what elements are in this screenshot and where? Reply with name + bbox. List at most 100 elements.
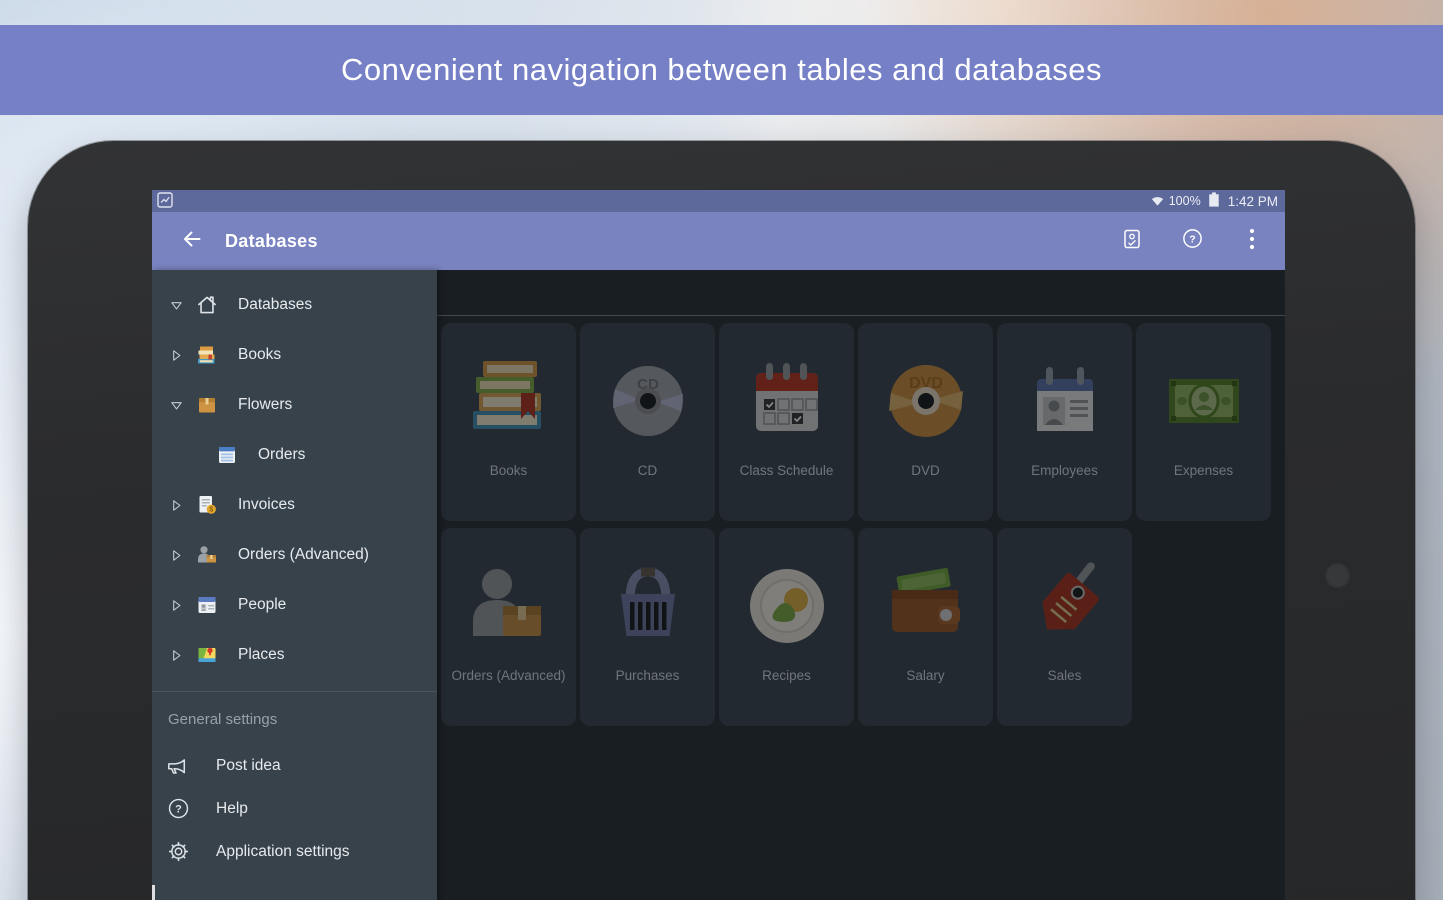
gear-icon [164, 838, 192, 866]
tree-item-orders-advanced[interactable]: Orders (Advanced) [152, 530, 437, 580]
tree-item-books[interactable]: Books [152, 330, 437, 380]
table-tile-recipes[interactable]: Recipes [719, 528, 854, 726]
drawer-scrollbar[interactable] [152, 885, 155, 900]
basket-tile-icon [600, 558, 696, 654]
tile-label: Books [489, 463, 528, 478]
books-icon [194, 342, 220, 368]
tile-label: Purchases [615, 668, 680, 683]
svg-text:?: ? [175, 803, 182, 815]
person-box-icon [194, 542, 220, 568]
svg-text:?: ? [1189, 233, 1195, 245]
drawer-divider [152, 691, 437, 692]
table-tile-grid: Books CD CD Class Schedule DVD DVD Employees Ex… [437, 316, 1285, 726]
tile-label: Class Schedule [739, 463, 834, 478]
tile-label: Expenses [1173, 463, 1234, 478]
general-settings-header: General settings [168, 711, 278, 728]
calendar-tile-icon [739, 353, 835, 449]
tile-label: Salary [906, 668, 945, 683]
screenshot-stage: Convenient navigation between tables and… [0, 0, 1443, 900]
collapsed-arrow-icon[interactable] [164, 648, 188, 663]
table-tile-books[interactable]: Books [441, 323, 576, 521]
settings-item-label: Help [216, 799, 248, 817]
dvd-tile-icon: DVD [878, 353, 974, 449]
help-button[interactable]: ? [1172, 221, 1212, 261]
svg-text:$: $ [209, 507, 213, 514]
table-tile-dvd[interactable]: DVD DVD [858, 323, 993, 521]
table-tile-sales[interactable]: Sales [997, 528, 1132, 726]
map-icon [194, 642, 220, 668]
invoice-icon: $ [194, 492, 220, 518]
tag-tile-icon [1017, 558, 1113, 654]
database-card-icon [1121, 228, 1143, 255]
overflow-dots-icon [1249, 228, 1255, 255]
table-tile-salary[interactable]: Salary [858, 528, 993, 726]
notification-icon [157, 191, 173, 211]
promo-banner: Convenient navigation between tables and… [0, 25, 1443, 115]
books-tile-icon [461, 353, 557, 449]
tree-item-label: People [238, 596, 287, 613]
tile-label: Sales [1047, 668, 1082, 683]
table-tile-class-schedule[interactable]: Class Schedule [719, 323, 854, 521]
back-arrow-icon [180, 227, 204, 256]
status-bar: 100% 1:42 PM [152, 190, 1285, 212]
contact-card-icon [194, 592, 220, 618]
table-tile-employees[interactable]: Employees [997, 323, 1132, 521]
badge-tile-icon [1017, 353, 1113, 449]
wallet-tile-icon [878, 558, 974, 654]
collapsed-arrow-icon[interactable] [164, 348, 188, 363]
tree-item-databases[interactable]: Databases [152, 280, 437, 330]
table-icon [214, 442, 240, 468]
tree-item-invoices[interactable]: $ Invoices [152, 480, 437, 530]
tablet-screen: 100% 1:42 PM Databases ? Books CD CD Cla… [152, 190, 1285, 900]
overflow-menu-button[interactable] [1232, 221, 1272, 261]
tree-item-label: Orders (Advanced) [238, 546, 369, 563]
tree-item-flowers[interactable]: Flowers [152, 380, 437, 430]
tree-item-label: Places [238, 646, 285, 663]
settings-item-label: Application settings [216, 842, 350, 860]
collapsed-arrow-icon[interactable] [164, 498, 188, 513]
table-tile-expenses[interactable]: Expenses [1136, 323, 1271, 521]
tree-item-label: Books [238, 346, 282, 363]
table-tile-orders-advanced[interactable]: Orders (Advanced) [441, 528, 576, 726]
tree-item-places[interactable]: Places [152, 630, 437, 680]
tree-item-label: Flowers [238, 396, 293, 413]
expanded-arrow-icon[interactable] [164, 398, 188, 413]
battery-icon [1205, 191, 1222, 211]
promo-banner-title: Convenient navigation between tables and… [341, 52, 1102, 87]
battery-percent: 100% [1168, 194, 1201, 208]
plate-tile-icon [739, 558, 835, 654]
tile-label: CD [637, 463, 658, 478]
cd-tile-icon: CD [600, 353, 696, 449]
select-view-button[interactable] [1112, 221, 1152, 261]
clock-label: 1:42 PM [1227, 193, 1278, 209]
wifi-icon [1150, 193, 1165, 210]
person-box-tile-icon [461, 558, 557, 654]
tree-item-people[interactable]: People [152, 580, 437, 630]
back-button[interactable] [168, 217, 216, 265]
table-tile-cd[interactable]: CD CD [580, 323, 715, 521]
settings-item-post-idea[interactable]: Post idea [152, 744, 437, 787]
tablet-camera [1324, 562, 1351, 589]
tree-item-label: Orders [258, 446, 306, 463]
help-circle-icon: ? [1181, 227, 1204, 255]
settings-item-help[interactable]: ? Help [152, 787, 437, 830]
tree-item-orders[interactable]: Orders [152, 430, 437, 480]
tree-item-label: Invoices [238, 496, 295, 513]
settings-item-application-settings[interactable]: Application settings [152, 830, 437, 873]
collapsed-arrow-icon[interactable] [164, 548, 188, 563]
tree-item-label: Databases [238, 296, 313, 313]
tile-label: DVD [911, 463, 940, 478]
navigation-drawer: Databases Books Flowers Orders $ Invoices Orde… [152, 270, 437, 900]
app-bar: Databases ? [152, 212, 1285, 270]
help-icon: ? [164, 795, 192, 823]
tile-label: Recipes [762, 668, 811, 683]
content-area: Books CD CD Class Schedule DVD DVD Employees Ex… [437, 270, 1285, 900]
home-icon [194, 292, 220, 318]
collapsed-arrow-icon[interactable] [164, 598, 188, 613]
megaphone-icon [164, 752, 192, 780]
tile-label: Orders (Advanced) [451, 668, 566, 683]
settings-list: Post idea? Help Application settings [152, 744, 437, 873]
box-icon [194, 392, 220, 418]
expanded-arrow-icon[interactable] [164, 298, 188, 313]
table-tile-purchases[interactable]: Purchases [580, 528, 715, 726]
